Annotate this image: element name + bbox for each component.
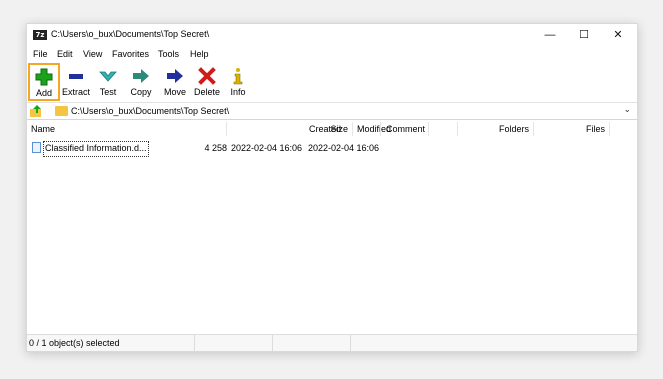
copy-button[interactable]: Copy	[126, 64, 156, 100]
address-bar: C:\Users\o_bux\Documents\Top Secret\ ⌄	[27, 103, 637, 120]
copy-arrow-icon	[133, 69, 149, 83]
column-name[interactable]: Name	[27, 122, 227, 136]
column-comment[interactable]: Comment	[382, 122, 458, 136]
file-list-header: Name Size Modified Created Comment Folde…	[27, 122, 637, 136]
column-folders-label: Folders	[498, 124, 529, 134]
add-button[interactable]: Add	[28, 63, 60, 101]
file-created: 2022-02-04 16:06	[308, 143, 380, 153]
minimize-button[interactable]: —	[533, 24, 567, 46]
status-bar: 0 / 1 object(s) selected	[27, 334, 637, 351]
menu-file[interactable]: File	[33, 49, 48, 59]
minimize-icon: —	[544, 29, 556, 41]
move-arrow-icon	[167, 69, 183, 83]
delete-label: Delete	[193, 87, 220, 97]
close-icon: ✕	[613, 29, 623, 41]
selection-status: 0 / 1 object(s) selected	[29, 338, 120, 348]
up-folder-icon	[30, 105, 41, 117]
test-button[interactable]: Test	[94, 64, 122, 100]
test-label: Test	[99, 87, 117, 97]
table-row[interactable]: Classified Information.d... 4 258 2022-0…	[27, 141, 637, 157]
chevron-down-icon[interactable]: ⌄	[623, 104, 631, 115]
menu-view[interactable]: View	[83, 49, 102, 59]
plus-icon	[35, 68, 53, 86]
toolbar: Add Extract Test Copy Move Delete Info	[27, 63, 637, 103]
maximize-button[interactable]: ☐	[567, 24, 601, 46]
status-size-segment	[195, 335, 273, 351]
menu-favorites[interactable]: Favorites	[112, 49, 149, 59]
file-name[interactable]: Classified Information.d...	[43, 141, 149, 157]
column-folders[interactable]: Folders	[458, 122, 534, 136]
add-label: Add	[35, 88, 52, 98]
file-modified: 2022-02-04 16:06	[231, 143, 303, 153]
address-input[interactable]: C:\Users\o_bux\Documents\Top Secret\ ⌄	[55, 104, 635, 118]
document-icon	[32, 142, 41, 153]
copy-label: Copy	[130, 87, 152, 97]
menu-tools[interactable]: Tools	[158, 49, 179, 59]
check-chevron-icon	[99, 71, 117, 82]
window-title: C:\Users\o_bux\Documents\Top Secret\	[51, 29, 210, 39]
info-label: Info	[230, 87, 246, 97]
x-icon	[198, 67, 216, 85]
column-created[interactable]: Created	[305, 122, 381, 136]
maximize-icon: ☐	[579, 29, 589, 41]
folder-icon	[55, 106, 68, 116]
up-folder-button[interactable]	[29, 104, 43, 118]
column-files[interactable]: Files	[534, 122, 610, 136]
extract-label: Extract	[61, 87, 90, 97]
menu-help[interactable]: Help	[190, 49, 209, 59]
move-label: Move	[163, 87, 186, 97]
address-path: C:\Users\o_bux\Documents\Top Secret\	[71, 106, 230, 116]
delete-button[interactable]: Delete	[192, 64, 222, 100]
title-bar[interactable]: 7z C:\Users\o_bux\Documents\Top Secret\ …	[27, 24, 637, 46]
status-modified-segment	[273, 335, 351, 351]
move-button[interactable]: Move	[160, 64, 190, 100]
extract-button[interactable]: Extract	[60, 64, 92, 100]
file-size: 4 258	[204, 143, 227, 153]
info-icon	[233, 68, 243, 85]
minus-icon	[69, 74, 83, 79]
app-window: 7z C:\Users\o_bux\Documents\Top Secret\ …	[26, 23, 638, 352]
close-button[interactable]: ✕	[601, 24, 635, 46]
status-selection-segment: 0 / 1 object(s) selected	[27, 335, 195, 351]
column-files-label: Files	[585, 124, 605, 134]
menu-edit[interactable]: Edit	[57, 49, 73, 59]
app-icon: 7z	[33, 30, 47, 40]
info-button[interactable]: Info	[226, 64, 250, 100]
